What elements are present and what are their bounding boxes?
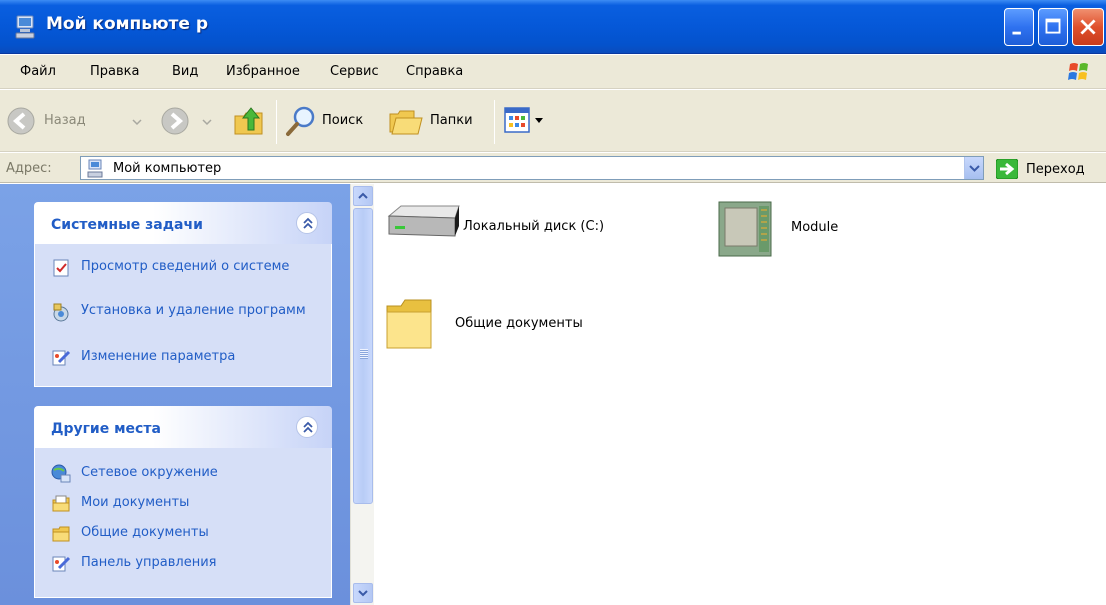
- my-computer-icon: [87, 159, 103, 178]
- address-bar: Адрес: Мой компьютер: [0, 153, 1106, 183]
- system-tasks-header[interactable]: Системные задачи: [34, 202, 332, 244]
- place-control-panel[interactable]: Панель управления: [51, 554, 321, 574]
- folders-label: Папки: [430, 113, 473, 128]
- file-view: Локальный диск (C:) Module Общие докумен…: [375, 184, 1106, 605]
- hard-drive-icon: [387, 205, 460, 237]
- system-tasks-body: Просмотр сведений о системе Установка и …: [34, 244, 332, 387]
- toolbar-separator: [276, 100, 277, 144]
- other-places-body: Сетевое окружение Мои документы Общие до…: [34, 448, 332, 598]
- views-icon: [504, 107, 530, 133]
- system-tasks-panel: Системные задачи Просмотр сведений о сис…: [34, 202, 332, 387]
- address-dropdown-button[interactable]: [964, 157, 983, 179]
- other-places-title: Другие места: [51, 421, 161, 437]
- menu-file[interactable]: Файл: [20, 64, 56, 79]
- task-pane: Системные задачи Просмотр сведений о сис…: [0, 184, 350, 605]
- control-panel-icon: [52, 556, 71, 572]
- menu-tools[interactable]: Сервис: [330, 64, 379, 79]
- forward-arrow-icon: [161, 107, 189, 135]
- item-label: Module: [791, 220, 839, 235]
- item-label: Локальный диск (C:): [463, 219, 605, 234]
- my-computer-icon: [15, 15, 35, 39]
- toolbar-separator: [494, 100, 495, 144]
- network-places-icon: [51, 464, 71, 483]
- menu-view[interactable]: Вид: [172, 64, 198, 79]
- place-label: Мои документы: [81, 495, 190, 510]
- title-bar[interactable]: Мой компьюте р: [0, 0, 1106, 54]
- place-label: Сетевое окружение: [81, 465, 218, 480]
- up-folder-icon[interactable]: [232, 104, 266, 138]
- scroll-up-button[interactable]: [353, 186, 373, 206]
- task-change-setting[interactable]: Изменение параметра: [51, 348, 321, 368]
- folders-button[interactable]: Папки: [388, 104, 488, 138]
- back-label: Назад: [44, 113, 86, 128]
- collapse-button[interactable]: [296, 416, 318, 438]
- my-documents-icon: [52, 495, 70, 512]
- task-label: Просмотр сведений о системе: [81, 259, 290, 274]
- scrollbar-thumb[interactable]: [353, 208, 373, 504]
- address-label: Адрес:: [6, 161, 52, 176]
- search-label: Поиск: [322, 113, 364, 128]
- place-shared-documents[interactable]: Общие документы: [51, 524, 321, 544]
- scrollbar-grip: [360, 349, 368, 359]
- module-device-icon: [718, 201, 772, 257]
- go-button[interactable]: Переход: [1026, 162, 1085, 177]
- chevron-down-icon: [358, 590, 368, 597]
- menu-favorites[interactable]: Избранное: [226, 64, 300, 79]
- windows-logo-icon: [1068, 63, 1088, 80]
- maximize-icon: [1045, 18, 1061, 34]
- address-value: Мой компьютер: [113, 161, 222, 176]
- item-label: Общие документы: [455, 316, 583, 331]
- menu-help[interactable]: Справка: [406, 64, 463, 79]
- control-panel-icon: [52, 350, 71, 366]
- close-icon: [1080, 19, 1096, 35]
- forward-button[interactable]: [160, 106, 220, 136]
- search-button[interactable]: Поиск: [284, 104, 374, 138]
- shared-documents-folder-icon: [52, 526, 70, 542]
- chevron-up-icon: [358, 192, 368, 199]
- scroll-down-button[interactable]: [353, 583, 373, 603]
- task-label: Изменение параметра: [81, 349, 236, 364]
- system-info-icon: [53, 259, 69, 277]
- close-button[interactable]: [1072, 8, 1104, 46]
- collapse-button[interactable]: [296, 212, 318, 234]
- address-input[interactable]: Мой компьютер: [80, 156, 984, 180]
- forward-dropdown-icon[interactable]: [202, 118, 212, 126]
- add-remove-programs-icon: [53, 303, 69, 322]
- menu-bar: Файл Правка Вид Избранное Сервис Справка: [0, 55, 1106, 89]
- back-dropdown-icon[interactable]: [132, 118, 142, 126]
- toolbar: Назад Поиск Папки: [0, 90, 1106, 152]
- search-icon: [286, 106, 315, 136]
- menu-edit[interactable]: Правка: [90, 64, 139, 79]
- shared-documents-item[interactable]: Общие документы: [383, 296, 623, 356]
- other-places-header[interactable]: Другие места: [34, 406, 332, 448]
- views-button[interactable]: [504, 106, 554, 136]
- place-label: Общие документы: [81, 525, 209, 540]
- back-arrow-icon: [7, 107, 35, 135]
- module-item[interactable]: Module: [715, 198, 865, 260]
- go-arrow-icon[interactable]: [996, 159, 1018, 179]
- minimize-button[interactable]: [1004, 8, 1034, 46]
- task-add-remove-programs[interactable]: Установка и удаление программ: [51, 302, 321, 338]
- task-view-system-info[interactable]: Просмотр сведений о системе: [51, 258, 321, 294]
- place-network[interactable]: Сетевое окружение: [51, 464, 321, 484]
- place-my-documents[interactable]: Мои документы: [51, 494, 321, 514]
- other-places-panel: Другие места Сетевое окружение Мои докум…: [34, 406, 332, 598]
- views-dropdown-icon: [535, 118, 543, 123]
- task-label: Установка и удаление программ: [81, 303, 306, 318]
- maximize-button[interactable]: [1038, 8, 1068, 46]
- folders-icon: [389, 110, 423, 135]
- window-title: Мой компьюте р: [46, 14, 209, 34]
- chevron-up-double-icon: [303, 217, 313, 229]
- system-tasks-title: Системные задачи: [51, 217, 203, 233]
- minimize-icon: [1012, 31, 1021, 35]
- chevron-up-double-icon: [303, 421, 313, 433]
- folder-icon: [386, 299, 432, 349]
- back-button[interactable]: Назад: [6, 106, 156, 136]
- place-label: Панель управления: [81, 555, 217, 570]
- local-disk-item[interactable]: Локальный диск (C:): [383, 202, 663, 252]
- chevron-down-icon: [969, 165, 980, 172]
- vertical-scrollbar[interactable]: [350, 184, 374, 605]
